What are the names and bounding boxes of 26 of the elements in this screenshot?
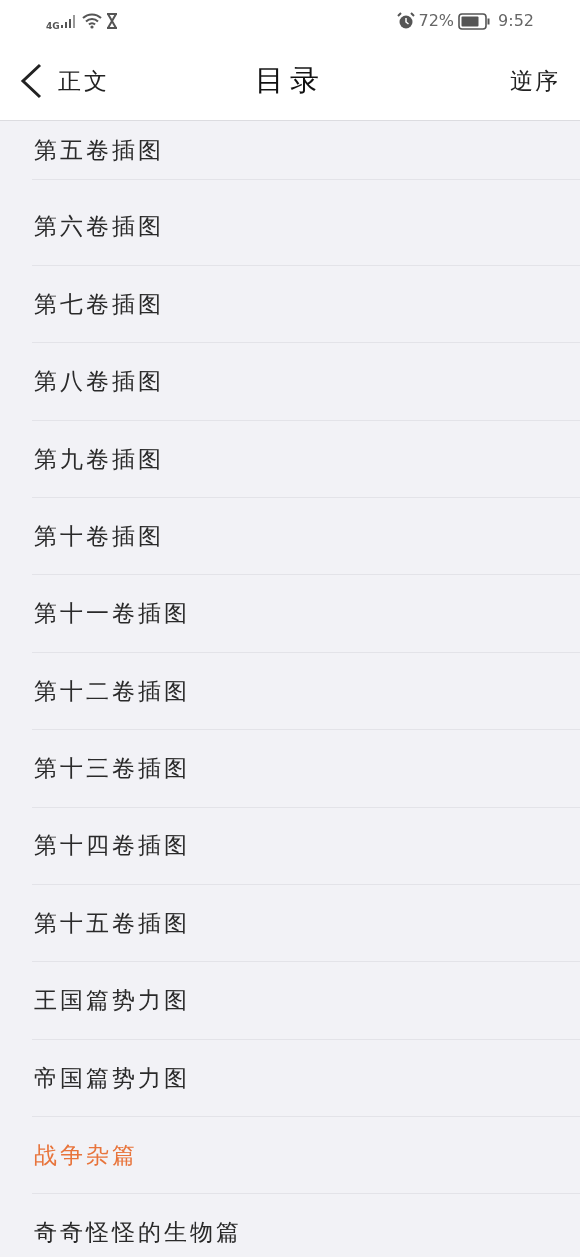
battery-icon	[458, 12, 491, 30]
back-button[interactable]: 正文	[20, 63, 110, 99]
chapter-item[interactable]: 第十五卷插图	[32, 884, 580, 962]
chapter-item[interactable]: 第九卷插图	[32, 420, 580, 497]
battery-percent: 72%	[418, 10, 455, 32]
chapter-item[interactable]: 第十一卷插图	[32, 575, 580, 652]
chapter-item[interactable]: 第十三卷插图	[32, 730, 580, 807]
alarm-clock-icon	[396, 12, 415, 30]
chapter-item[interactable]: 第十卷插图	[32, 497, 580, 575]
chapter-item[interactable]: 第五卷插图	[32, 121, 580, 180]
chapter-item[interactable]: 第十四卷插图	[32, 807, 580, 884]
network-label: 4G	[46, 20, 60, 34]
chapter-item[interactable]: 王国篇势力图	[32, 962, 580, 1039]
wifi-icon	[81, 13, 102, 29]
clock-time: 9:52	[498, 10, 534, 32]
back-icon	[20, 63, 42, 99]
chapter-item[interactable]: 帝国篇势力图	[32, 1039, 580, 1117]
chapter-item[interactable]: 第六卷插图	[32, 188, 580, 265]
chapter-item[interactable]: 第七卷插图	[32, 265, 580, 343]
page-title: 目录	[255, 62, 325, 100]
chapter-item[interactable]: 奇奇怪怪的生物篇	[32, 1194, 580, 1257]
hourglass-icon	[105, 13, 118, 29]
reverse-order-button[interactable]: 逆序	[510, 63, 560, 99]
signal-icon	[59, 13, 78, 29]
chapter-item[interactable]: 第十二卷插图	[32, 652, 580, 730]
chapter-item[interactable]: 第八卷插图	[32, 343, 580, 420]
